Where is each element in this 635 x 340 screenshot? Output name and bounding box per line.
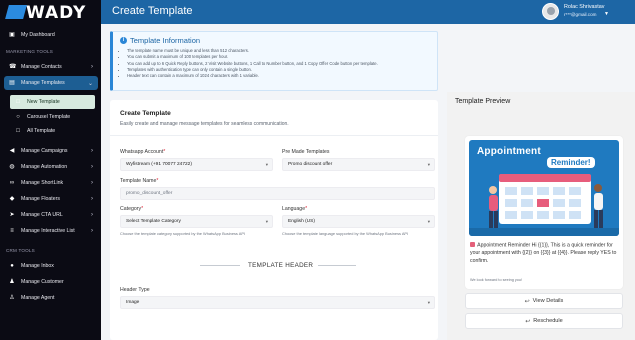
link-icon: ∞	[9, 180, 15, 186]
premade-templates-label: Pre Made Templates	[282, 149, 330, 155]
floater-icon: ◆	[9, 196, 15, 202]
divider	[200, 265, 240, 266]
avatar[interactable]	[542, 3, 559, 20]
reply-arrow-icon: ↩	[524, 298, 530, 305]
brand-logo[interactable]: WADY	[5, 3, 86, 23]
info-list: The template name must be unique and les…	[127, 48, 378, 79]
chevron-right-icon: ›	[91, 180, 93, 186]
chevron-right-icon: ›	[91, 148, 93, 154]
chevron-right-icon: ›	[91, 196, 93, 202]
category-help: Choose the template category supported b…	[120, 231, 246, 236]
reply-arrow-icon: ↩	[525, 318, 531, 325]
user-name[interactable]: Rolac Shrivastav	[564, 4, 604, 10]
form-subtitle: Easily create and manage message templat…	[120, 121, 289, 127]
users-icon: ♟	[9, 279, 15, 285]
preview-title: Template Preview	[455, 98, 511, 105]
megaphone-icon: ◀	[9, 148, 15, 154]
topbar: Create Template Rolac Shrivastav r***@gm…	[101, 0, 635, 24]
chevron-down-icon: ⌄	[87, 80, 93, 87]
divider	[318, 265, 356, 266]
sidebar-item-campaigns[interactable]: ◀ Manage Campaigns ›	[4, 144, 98, 158]
sidebar-subitem-new-template[interactable]: □ New Template	[10, 95, 95, 109]
category-select[interactable]: Select Template Category ▾	[120, 215, 273, 228]
chevron-right-icon: ›	[91, 64, 93, 70]
language-select[interactable]: English (US) ▾	[282, 215, 435, 228]
info-item: Header text can contain a maximum of 102…	[127, 73, 378, 79]
user-email: r***@gmail.com	[564, 12, 597, 17]
square-icon: □	[16, 128, 20, 134]
section-crm-tools: CRM TOOLS	[6, 248, 35, 253]
sidebar-item-cta-url[interactable]: ➤ Manage CTA URL ›	[4, 208, 98, 222]
preview-header-image: Appointment Reminder!	[469, 140, 619, 236]
info-icon: i	[120, 37, 127, 44]
dropdown-arrow-icon: ▾	[265, 219, 268, 224]
preview-message-body: Appointment Reminder Hi {{1}}, This is a…	[470, 242, 617, 265]
page-title: Create Template	[112, 5, 193, 17]
calendar-illustration	[469, 174, 619, 236]
dropdown-arrow-icon: ▾	[427, 300, 430, 305]
dropdown-arrow-icon: ▾	[427, 162, 430, 167]
contacts-icon: ☎	[9, 64, 17, 70]
whatsapp-account-select[interactable]: Wyfistream (+91 70077 24722) ▾	[120, 158, 273, 171]
preview-message-bubble: Appointment Reminder! Appointment Remind…	[465, 136, 623, 289]
sidebar-item-customer[interactable]: ♟ Manage Customer	[4, 275, 98, 289]
preview-footer: We look forward to seeing you!	[470, 278, 523, 282]
create-template-form: Create Template Easily create and manage…	[110, 100, 438, 340]
section-marketing-tools: MARKETING TOOLS	[6, 49, 53, 54]
sidebar-item-agent[interactable]: ♙ Manage Agent	[4, 291, 98, 305]
sidebar-item-shortlink[interactable]: ∞ Manage ShortLink ›	[4, 176, 98, 190]
template-header-heading: TEMPLATE HEADER	[248, 262, 314, 269]
robot-icon: ◍	[9, 164, 15, 170]
template-icon: ▤	[9, 80, 15, 86]
chevron-right-icon: ›	[91, 228, 93, 234]
premade-templates-select[interactable]: Promo discount offer ▾	[282, 158, 435, 171]
chevron-right-icon: ›	[91, 212, 93, 218]
form-title: Create Template	[120, 110, 171, 117]
sidebar-item-automation[interactable]: ◍ Manage Automation ›	[4, 160, 98, 174]
calendar-emoji-icon	[470, 242, 475, 247]
category-label: Category*	[120, 206, 144, 212]
language-help: Choose the template language supported b…	[282, 231, 409, 236]
info-item: You can add up to 6 Quick Reply buttons,…	[127, 61, 378, 67]
sidebar-item-contacts[interactable]: ☎ Manage Contacts ›	[4, 60, 98, 74]
list-icon: ≡	[10, 228, 14, 234]
circle-icon: ○	[16, 114, 20, 120]
caret-down-icon[interactable]: ▼	[604, 11, 609, 17]
sidebar-item-inbox[interactable]: ● Manage Inbox	[4, 259, 98, 273]
sidebar-item-dashboard[interactable]: ▣ My Dashboard	[4, 28, 98, 42]
header-type-label: Header Type	[120, 287, 150, 293]
cursor-icon: ➤	[9, 212, 15, 218]
language-label: Language*	[282, 206, 308, 212]
reschedule-button[interactable]: ↩ Reschedule	[465, 313, 623, 329]
dropdown-arrow-icon: ▾	[265, 162, 268, 167]
sidebar-subitem-all-template[interactable]: □ All Template	[10, 124, 95, 138]
home-icon: ▣	[9, 32, 15, 38]
sidebar-item-templates[interactable]: ▤ Manage Templates ⌄	[4, 76, 98, 90]
chat-icon: ●	[10, 263, 14, 269]
divider	[110, 135, 438, 136]
template-info-panel: iTemplate Information The template name …	[110, 31, 438, 91]
agent-icon: ♙	[9, 295, 15, 301]
sidebar-subitem-carousel-template[interactable]: ○ Carousel Template	[10, 110, 95, 124]
whatsapp-account-label: Whatsapp Account*	[120, 149, 166, 155]
template-name-label: Template Name*	[120, 178, 159, 184]
chevron-right-icon: ›	[91, 164, 93, 170]
header-type-select[interactable]: Image ▾	[120, 296, 435, 309]
sidebar: WADY ▣ My Dashboard MARKETING TOOLS ☎ Mana…	[0, 0, 101, 340]
sidebar-item-interactive-list[interactable]: ≡ Manage Interactive List ›	[4, 224, 98, 238]
info-title: i Template Information	[120, 36, 200, 45]
view-details-button[interactable]: ↩ View Details	[465, 293, 623, 309]
square-icon: □	[16, 99, 20, 105]
template-name-input[interactable]: promo_discount_offer	[120, 187, 435, 200]
dropdown-arrow-icon: ▾	[427, 219, 430, 224]
sidebar-item-floaters[interactable]: ◆ Manage Floaters ›	[4, 192, 98, 206]
